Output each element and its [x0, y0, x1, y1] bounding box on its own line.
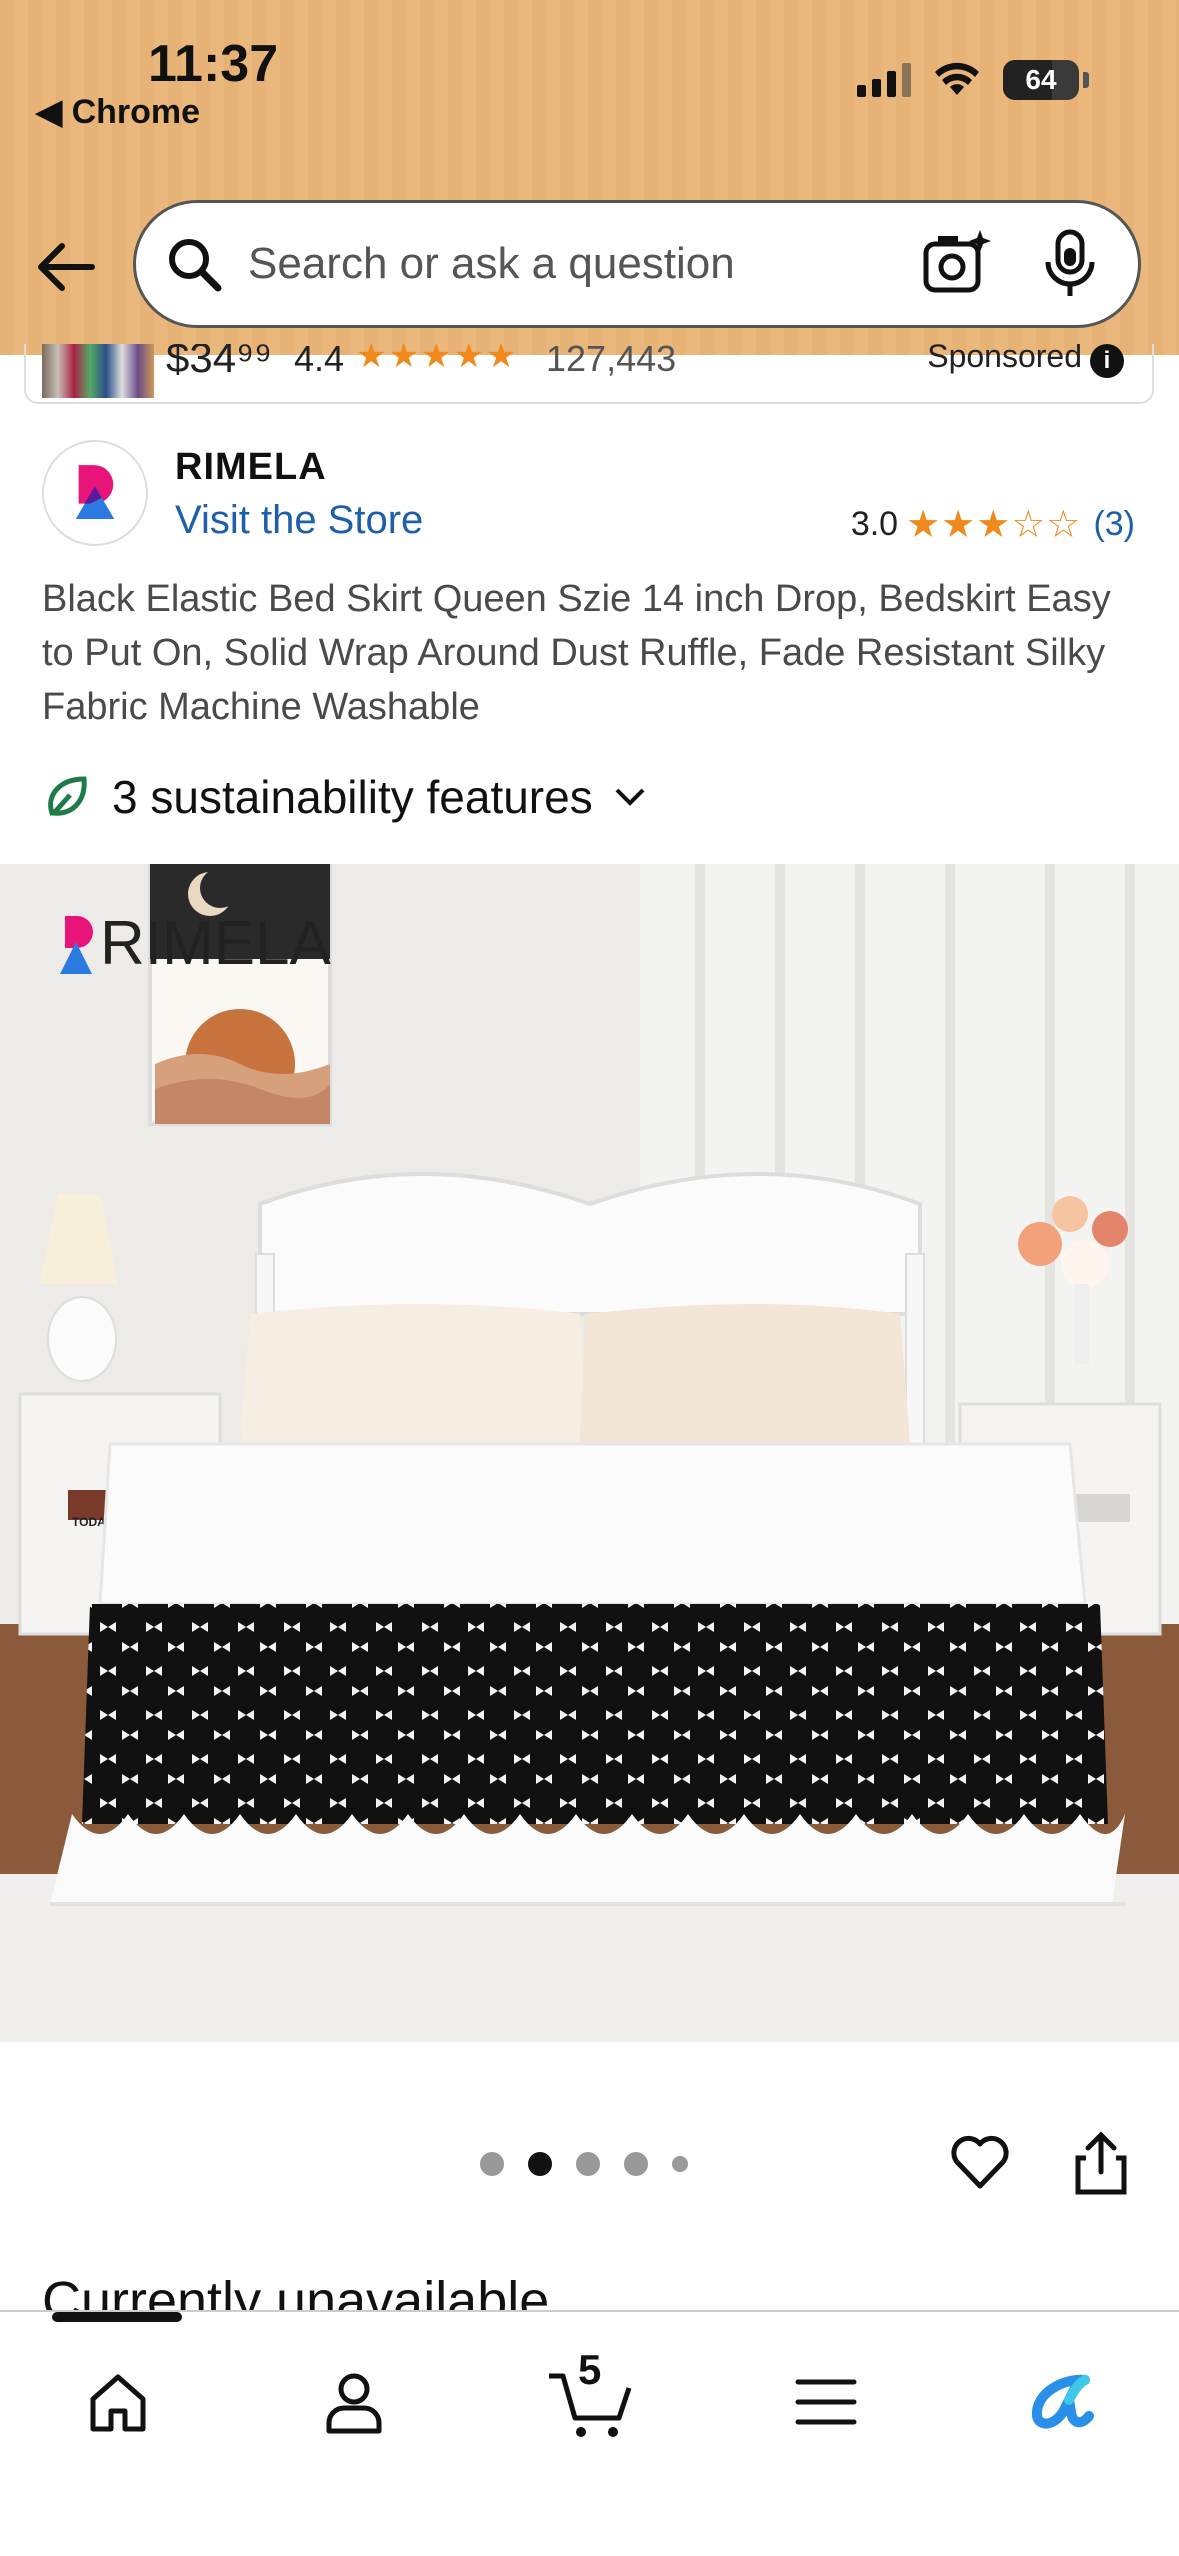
rating-count-link[interactable]: (3) [1093, 505, 1135, 544]
store-logo[interactable] [42, 440, 148, 546]
battery-level: 64 [1025, 64, 1057, 95]
home-icon [90, 2374, 146, 2432]
camera-search-icon[interactable] [920, 228, 992, 300]
menu-icon [795, 2379, 857, 2425]
rufus-assistant-icon [1032, 2374, 1094, 2429]
cellular-signal-icon [857, 63, 911, 97]
sustainability-label: 3 sustainability features [112, 771, 593, 823]
back-to-app-link[interactable]: ◀ Chrome [36, 92, 200, 132]
product-title: Black Elastic Bed Skirt Queen Szie 14 in… [42, 578, 1111, 728]
battery-icon: 64 [1003, 60, 1079, 100]
sponsored-label: Sponsored [927, 344, 1082, 374]
carousel-dot[interactable] [480, 2152, 504, 2176]
share-icon[interactable] [1070, 2130, 1132, 2198]
search-bar[interactable]: Search or ask a question [133, 200, 1141, 328]
image-brand-text: RIMELA [100, 909, 331, 978]
chevron-down-icon [615, 788, 645, 806]
info-icon[interactable]: i [1090, 344, 1124, 378]
microphone-icon[interactable] [1040, 228, 1100, 300]
sponsored-thumbnail[interactable] [42, 344, 154, 398]
tab-home[interactable] [58, 2352, 178, 2452]
sponsored-review-count: 127,443 [546, 344, 677, 379]
wifi-icon [935, 62, 979, 95]
visit-store-link[interactable]: Visit the Store [175, 498, 423, 543]
carousel-dot[interactable] [624, 2152, 648, 2176]
carousel-dot[interactable] [672, 2156, 688, 2172]
carousel-dots[interactable] [480, 2152, 688, 2176]
bottom-tab-bar: 5 [0, 2310, 1179, 2556]
sponsored-price: $34⁹⁹ [166, 344, 273, 381]
store-name: RIMELA [175, 446, 327, 488]
product-image[interactable]: RIMELA TODAY IS A [0, 864, 1179, 2042]
leaf-icon [48, 776, 87, 816]
product-rating[interactable]: 3.0 ★★★☆☆ (3) [851, 502, 1135, 547]
tab-menu[interactable] [766, 2352, 886, 2452]
active-tab-indicator [52, 2312, 182, 2322]
sponsored-rating: 4.4 [294, 344, 345, 379]
sustainability-features-toggle[interactable]: 3 sustainability features [42, 770, 649, 824]
rating-value: 3.0 [850, 505, 899, 543]
tab-cart[interactable]: 5 [530, 2346, 650, 2452]
search-placeholder: Search or ask a question [248, 239, 735, 288]
bed-photo: RIMELA TODAY IS A [0, 864, 1179, 2042]
sponsored-product-strip[interactable]: $34⁹⁹ 4.4 ★★★★★ 127,443 Sponsored i [24, 344, 1154, 404]
app-header: 11:37 ◀ Chrome 64 Search or ask a questi… [0, 0, 1179, 355]
tab-account[interactable] [294, 2352, 414, 2452]
carousel-dot[interactable] [576, 2152, 600, 2176]
status-icons: 64 [857, 60, 1089, 100]
tab-rufus[interactable] [1000, 2352, 1120, 2452]
account-icon [326, 2373, 382, 2434]
search-icon [169, 239, 222, 292]
sponsored-stars: ★★★★★ [356, 344, 519, 375]
heart-icon[interactable] [948, 2130, 1012, 2194]
status-time: 11:37 [148, 35, 279, 93]
cart-count: 5 [578, 2346, 602, 2393]
rating-stars: ★★★☆☆ [906, 504, 1082, 546]
carousel-dot-active[interactable] [528, 2152, 552, 2176]
back-arrow-icon[interactable] [32, 232, 102, 302]
